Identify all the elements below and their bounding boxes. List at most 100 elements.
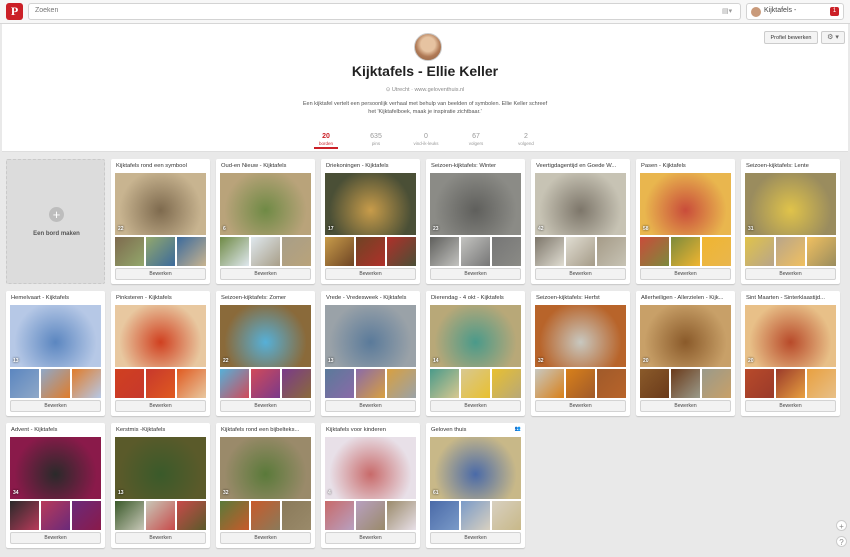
board-thumbnail[interactable] [702, 237, 731, 266]
search-bar[interactable]: ▤▾ [28, 3, 741, 20]
notification-badge[interactable]: 1 [830, 7, 839, 16]
board-card[interactable]: Geloven thuis 👥 61 Bewerken [426, 423, 525, 548]
board-card[interactable]: Allerheiligen - Allerzielen - Kijk... 20 B… [636, 291, 735, 416]
board-cover-image[interactable]: 34 [10, 437, 101, 499]
board-thumbnail[interactable] [356, 237, 385, 266]
board-thumbnail[interactable] [387, 237, 416, 266]
board-thumbnail[interactable] [430, 369, 459, 398]
edit-board-button[interactable]: Bewerken [430, 400, 521, 412]
board-thumbnail[interactable] [10, 369, 39, 398]
board-thumbnail[interactable] [115, 237, 144, 266]
board-card[interactable]: Kijktafels rond een symbool 22 Bewerken [111, 159, 210, 284]
edit-board-button[interactable]: Bewerken [430, 532, 521, 544]
board-thumbnail[interactable] [146, 237, 175, 266]
board-title[interactable]: Kijktafels voor kinderen [326, 427, 416, 433]
board-cover-image[interactable] [115, 305, 206, 367]
board-title[interactable]: Hemelvaart - Kijktafels [11, 295, 101, 301]
edit-board-button[interactable]: Bewerken [640, 268, 731, 280]
board-thumbnail[interactable] [387, 369, 416, 398]
board-thumbnail[interactable] [640, 369, 669, 398]
board-thumbnail[interactable] [115, 369, 144, 398]
edit-board-button[interactable]: Bewerken [115, 268, 206, 280]
board-thumbnail[interactable] [461, 369, 490, 398]
list-menu-icon[interactable]: ▤▾ [722, 7, 736, 16]
board-title[interactable]: Allerheiligen - Allerzielen - Kijk... [641, 295, 731, 301]
board-thumbnail[interactable] [10, 501, 39, 530]
board-thumbnail[interactable] [325, 501, 354, 530]
board-title[interactable]: Oud-en Nieuw - Kijktafels [221, 163, 311, 169]
edit-board-button[interactable]: Bewerken [10, 532, 101, 544]
board-cover-image[interactable]: 20 [640, 305, 731, 367]
board-thumbnail[interactable] [430, 501, 459, 530]
add-pin-button[interactable]: + [836, 520, 847, 531]
board-thumbnail[interactable] [220, 501, 249, 530]
board-thumbnail[interactable] [535, 237, 564, 266]
edit-board-button[interactable]: Bewerken [220, 400, 311, 412]
board-title[interactable]: Kerstmis -Kijktafels [116, 427, 206, 433]
board-card[interactable]: Seizoen-kijktafels: Zomer 22 Bewerken [216, 291, 315, 416]
board-thumbnail[interactable] [282, 501, 311, 530]
edit-board-button[interactable]: Bewerken [115, 532, 206, 544]
board-thumbnail[interactable] [220, 369, 249, 398]
edit-board-button[interactable]: Bewerken [535, 400, 626, 412]
board-thumbnail[interactable] [177, 237, 206, 266]
board-title[interactable]: Advent - Kijktafels [11, 427, 101, 433]
board-title[interactable]: Kijktafels rond een bijbelteks... [221, 427, 311, 433]
settings-gear-button[interactable]: ⚙ ▾ [821, 31, 845, 44]
board-thumbnail[interactable] [535, 369, 564, 398]
board-cover-image[interactable]: 32 [535, 305, 626, 367]
edit-board-button[interactable]: Bewerken [430, 268, 521, 280]
board-cover-image[interactable]: 31 [745, 173, 836, 235]
board-cover-image[interactable]: 32 [220, 437, 311, 499]
board-thumbnail[interactable] [776, 369, 805, 398]
edit-board-button[interactable]: Bewerken [115, 400, 206, 412]
board-thumbnail[interactable] [282, 237, 311, 266]
board-card[interactable]: Oud-en Nieuw - Kijktafels 6 Bewerken [216, 159, 315, 284]
board-card[interactable]: Vrede - Vredesweek - Kijktafels 13 Bewerke… [321, 291, 420, 416]
edit-board-button[interactable]: Bewerken [325, 400, 416, 412]
board-title[interactable]: Sint Maarten - Sinterklaastijd... [746, 295, 836, 301]
board-thumbnail[interactable] [702, 369, 731, 398]
board-thumbnail[interactable] [461, 501, 490, 530]
edit-board-button[interactable]: Bewerken [325, 532, 416, 544]
board-title[interactable]: Seizoen-kijktafels: Zomer [221, 295, 311, 301]
board-cover-image[interactable]: 22 [115, 173, 206, 235]
board-thumbnail[interactable] [776, 237, 805, 266]
board-card[interactable]: Veertigdagentijd en Goede W... 42 Bewerken [531, 159, 630, 284]
board-cover-image[interactable]: 61 [430, 437, 521, 499]
board-thumbnail[interactable] [566, 369, 595, 398]
edit-board-button[interactable]: Bewerken [325, 268, 416, 280]
edit-board-button[interactable]: Bewerken [745, 268, 836, 280]
board-thumbnail[interactable] [146, 501, 175, 530]
board-title[interactable]: Veertigdagentijd en Goede W... [536, 163, 626, 169]
board-thumbnail[interactable] [387, 501, 416, 530]
board-thumbnail[interactable] [72, 501, 101, 530]
board-title[interactable]: Seizoen-kijktafels: Winter [431, 163, 521, 169]
board-card[interactable]: Sint Maarten - Sinterklaastijd... 20 Bewer… [741, 291, 840, 416]
board-card[interactable]: Pasen - Kijktafels 58 Bewerken [636, 159, 735, 284]
user-menu[interactable]: Kijktafels - 1 [746, 3, 844, 20]
board-thumbnail[interactable] [356, 369, 385, 398]
board-thumbnail[interactable] [41, 369, 70, 398]
board-title[interactable]: Seizoen-kijktafels: Lente [746, 163, 836, 169]
search-input[interactable] [35, 7, 685, 14]
board-thumbnail[interactable] [251, 237, 280, 266]
board-thumbnail[interactable] [566, 237, 595, 266]
edit-board-button[interactable]: Bewerken [10, 400, 101, 412]
edit-board-button[interactable]: Bewerken [640, 400, 731, 412]
board-thumbnail[interactable] [807, 369, 836, 398]
pinterest-logo-icon[interactable]: P [6, 3, 23, 20]
edit-board-button[interactable]: Bewerken [745, 400, 836, 412]
board-cover-image[interactable]: 6 [220, 173, 311, 235]
board-thumbnail[interactable] [807, 237, 836, 266]
board-title[interactable]: Driekoningen - Kijktafels [326, 163, 416, 169]
board-card[interactable]: Advent - Kijktafels 34 Bewerken [6, 423, 105, 548]
board-title[interactable]: Pinksteren - Kijktafels [116, 295, 206, 301]
board-thumbnail[interactable] [671, 237, 700, 266]
board-thumbnail[interactable] [282, 369, 311, 398]
board-card[interactable]: Kijktafels rond een bijbelteks... 32 Bewer… [216, 423, 315, 548]
board-card[interactable]: Dierendag - 4 okt - Kijktafels 14 Bewerken [426, 291, 525, 416]
board-cover-image[interactable]: 23 [430, 173, 521, 235]
board-thumbnail[interactable] [492, 501, 521, 530]
board-thumbnail[interactable] [430, 237, 459, 266]
